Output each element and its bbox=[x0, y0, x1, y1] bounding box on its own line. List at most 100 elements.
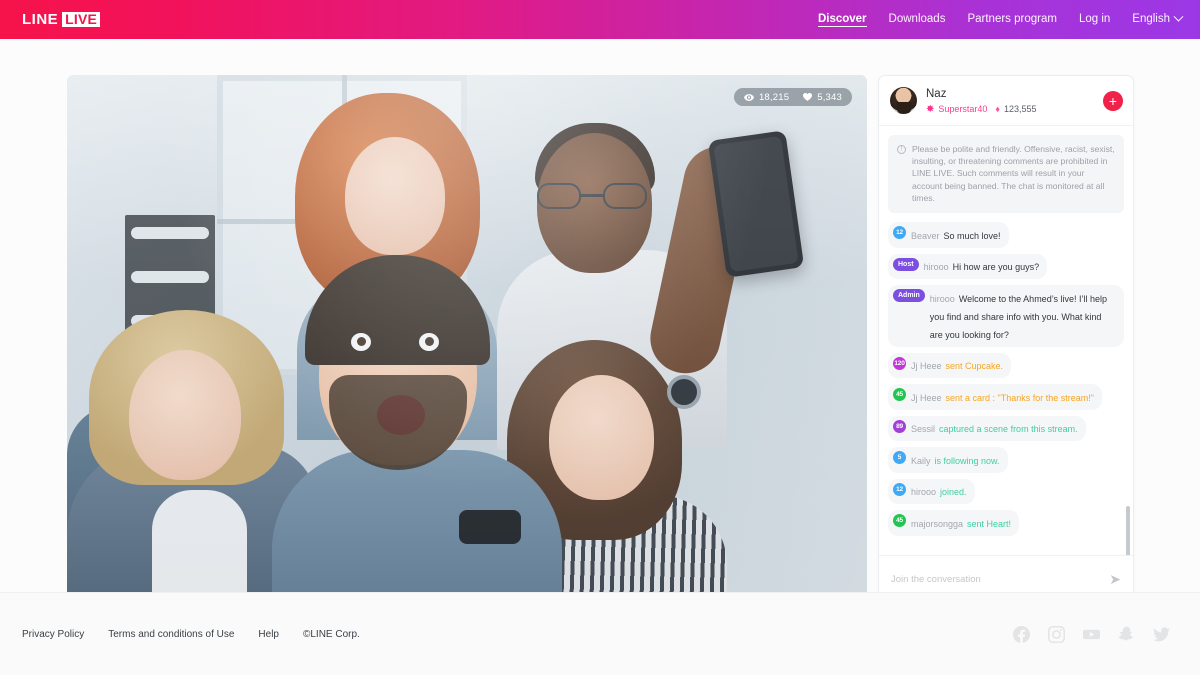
chat-message-pill: 45 majorsongga sent Heart! bbox=[888, 510, 1020, 536]
footer-link-help[interactable]: Help bbox=[258, 629, 279, 640]
chat-scrollbar[interactable] bbox=[1126, 506, 1130, 555]
chat-message: Admin hirooo Welcome to the Ahmed’s live! … bbox=[888, 285, 1124, 347]
footer-copyright: ©LINE Corp. bbox=[303, 628, 360, 640]
chat-message-body: hirooo joined. bbox=[911, 482, 967, 500]
chat-message: 5 Kaily is following now. bbox=[888, 447, 1124, 473]
chat-message-list: 12 Beaver So much love! Host hirooo Hi how ar… bbox=[888, 222, 1124, 536]
chat-message-username: Jj Heee bbox=[911, 392, 942, 403]
viewer-count: 18,215 bbox=[743, 91, 790, 103]
chat-message-pill: 45 Jj Heee sent a card : "Thanks for the s… bbox=[888, 384, 1102, 410]
info-icon: ! bbox=[897, 145, 906, 154]
chat-message-text: is following now. bbox=[934, 455, 1000, 466]
gem-icon: ♦ bbox=[995, 104, 1001, 114]
youtube-icon[interactable] bbox=[1083, 626, 1100, 643]
chat-message: 12 hirooo joined. bbox=[888, 478, 1124, 505]
nav-item-discover[interactable]: Discover bbox=[817, 13, 867, 27]
chat-message-username: hirooo bbox=[911, 487, 937, 498]
like-count-value: 5,343 bbox=[817, 91, 842, 103]
eye-icon bbox=[743, 93, 754, 101]
logo-line-text: LINE bbox=[22, 11, 59, 28]
instagram-icon[interactable] bbox=[1048, 625, 1065, 643]
chat-message-body: majorsongga sent Heart! bbox=[911, 514, 1011, 532]
chat-message-text: joined. bbox=[940, 487, 967, 498]
chat-message-pill: Admin hirooo Welcome to the Ahmed’s live! … bbox=[888, 285, 1124, 347]
main-content: 18,215 5,343 Naz ✸ Superstar40 ♦ 123,555… bbox=[0, 39, 1200, 603]
level-badge: 45 bbox=[893, 514, 906, 528]
chat-message-pill: 89 Sessil captured a scene from this strea… bbox=[888, 415, 1086, 442]
snapchat-icon[interactable] bbox=[1118, 626, 1135, 643]
footer-link-privacy-policy[interactable]: Privacy Policy bbox=[22, 629, 84, 640]
language-label: English bbox=[1132, 13, 1170, 25]
level-badge: 120 bbox=[893, 356, 906, 370]
host-name: Naz bbox=[926, 88, 947, 100]
level-badge: 12 bbox=[893, 482, 906, 496]
chat-message-body: Sessil captured a scene from this stream. bbox=[911, 419, 1078, 437]
chat-message-pill: 12 hirooo joined. bbox=[888, 478, 975, 505]
chat-message-text: sent a card : "Thanks for the stream!" bbox=[945, 392, 1094, 403]
role-badge: Admin bbox=[893, 289, 925, 303]
chat-message-text: sent Heart! bbox=[967, 518, 1012, 529]
top-header: LINE LIVE Discover Downloads Partners pr… bbox=[0, 0, 1200, 39]
chat-message: 120 Jj Heee sent Cupcake. bbox=[888, 352, 1124, 379]
level-badge: 5 bbox=[893, 451, 906, 465]
chat-message-pill: 5 Kaily is following now. bbox=[888, 447, 1008, 473]
chat-message-body: Jj Heee sent Cupcake. bbox=[911, 356, 1003, 374]
chat-notice: ! Please be polite and friendly. Offensi… bbox=[888, 135, 1124, 214]
nav-item-downloads[interactable]: Downloads bbox=[889, 13, 946, 26]
role-badge: Host bbox=[893, 257, 919, 271]
chat-notice-text: Please be polite and friendly. Offensive… bbox=[912, 144, 1115, 203]
chat-message-username: Beaver bbox=[911, 230, 940, 241]
chat-message-body: Kaily is following now. bbox=[911, 451, 1000, 469]
chat-message-username: Sessil bbox=[911, 424, 936, 435]
chat-scrollbar-thumb[interactable] bbox=[1126, 506, 1130, 555]
status-badge-label: Superstar40 bbox=[938, 104, 988, 114]
level-badge: 12 bbox=[893, 226, 906, 240]
chat-message-username: hirooo bbox=[923, 262, 949, 273]
chat-message-pill: Host hirooo Hi how are you guys? bbox=[888, 253, 1048, 280]
avatar[interactable] bbox=[890, 87, 917, 114]
stream-photo bbox=[67, 75, 867, 603]
host-meta: ✸ Superstar40 ♦ 123,555 bbox=[926, 104, 1103, 114]
chat-message: 45 Jj Heee sent a card : "Thanks for the s… bbox=[888, 384, 1124, 410]
chevron-down-icon bbox=[1173, 11, 1184, 22]
nav-item-log-in[interactable]: Log in bbox=[1079, 13, 1110, 26]
footer-links: Privacy Policy Terms and conditions of U… bbox=[22, 629, 360, 640]
nav-item-partners-program[interactable]: Partners program bbox=[967, 13, 1056, 26]
chat-message-body: Beaver So much love! bbox=[911, 226, 1001, 244]
follow-button[interactable]: + bbox=[1103, 90, 1123, 111]
chat-message: 89 Sessil captured a scene from this strea… bbox=[888, 415, 1124, 442]
like-count: 5,343 bbox=[803, 92, 842, 103]
chat-message-text: Welcome to the Ahmed’s live! I’ll help y… bbox=[929, 293, 1108, 340]
chat-header: Naz ✸ Superstar40 ♦ 123,555 + bbox=[879, 76, 1133, 126]
video-player[interactable]: 18,215 5,343 bbox=[67, 75, 867, 603]
chat-body: ! Please be polite and friendly. Offensi… bbox=[879, 126, 1133, 555]
chat-message-text: Hi how are you guys? bbox=[952, 262, 1040, 273]
host-info: Naz ✸ Superstar40 ♦ 123,555 bbox=[926, 87, 1103, 114]
language-selector[interactable]: English bbox=[1132, 11, 1184, 26]
chat-input[interactable] bbox=[891, 573, 1110, 585]
chat-message: 12 Beaver So much love! bbox=[888, 222, 1124, 248]
viewer-count-value: 18,215 bbox=[758, 91, 790, 103]
chat-message: Host hirooo Hi how are you guys? bbox=[888, 253, 1124, 280]
footer-link-terms[interactable]: Terms and conditions of Use bbox=[108, 629, 234, 640]
main-nav: Discover Downloads Partners program Log … bbox=[817, 11, 1184, 27]
twitter-icon[interactable] bbox=[1153, 626, 1170, 643]
facebook-icon[interactable] bbox=[1013, 625, 1030, 643]
video-stats-overlay: 18,215 5,343 bbox=[733, 88, 852, 106]
page-footer: Privacy Policy Terms and conditions of U… bbox=[0, 592, 1200, 675]
chat-message-text: sent Cupcake. bbox=[945, 361, 1004, 372]
gem-count: ♦ 123,555 bbox=[995, 104, 1036, 114]
send-icon[interactable]: ➤ bbox=[1109, 572, 1121, 586]
chat-message-username: Kaily bbox=[911, 455, 931, 466]
chat-message-body: hirooo Welcome to the Ahmed’s live! I’ll … bbox=[930, 289, 1116, 343]
logo[interactable]: LINE LIVE bbox=[22, 11, 101, 28]
chat-panel: Naz ✸ Superstar40 ♦ 123,555 + ! Please b… bbox=[878, 75, 1134, 603]
gem-count-value: 123,555 bbox=[1004, 104, 1037, 114]
logo-live-text: LIVE bbox=[62, 12, 101, 27]
chat-message: 45 majorsongga sent Heart! bbox=[888, 510, 1124, 536]
chat-message-body: hirooo Hi how are you guys? bbox=[924, 257, 1040, 275]
status-badge: ✸ Superstar40 bbox=[926, 104, 987, 114]
chat-message-username: majorsongga bbox=[911, 518, 964, 529]
footer-social-links bbox=[1013, 625, 1170, 643]
star-icon: ✸ bbox=[926, 103, 935, 115]
